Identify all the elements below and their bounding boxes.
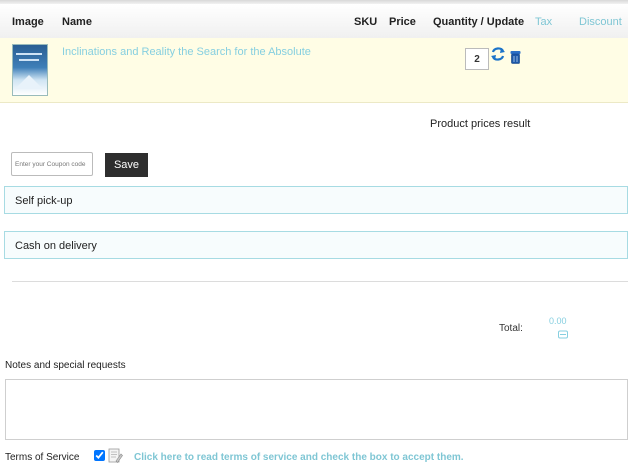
header-tax: Tax <box>535 16 553 28</box>
header-sku: SKU <box>354 16 378 28</box>
terms-of-service-label: Terms of Service <box>5 452 80 463</box>
total-value: 0.00 <box>549 316 567 326</box>
header-discount: Discount <box>579 16 622 28</box>
notes-label: Notes and special requests <box>5 360 126 371</box>
table-row: Inclinations and Reality the Search for … <box>0 38 628 103</box>
currency-icon <box>558 330 568 339</box>
refresh-icon[interactable] <box>490 46 506 62</box>
product-thumbnail[interactable] <box>12 44 48 96</box>
trash-icon[interactable] <box>510 50 521 64</box>
save-coupon-button[interactable]: Save <box>105 153 148 177</box>
coupon-code-input[interactable] <box>11 152 93 176</box>
header-quantity-update: Quantity / Update <box>433 16 525 28</box>
cart-table-header: Image Name SKU Price Quantity / Update T… <box>0 4 628 39</box>
quantity-input[interactable] <box>465 48 489 70</box>
notes-textarea[interactable] <box>5 379 628 440</box>
section-divider <box>12 281 628 282</box>
total-label: Total: <box>499 323 523 334</box>
shipment-option-self-pickup[interactable]: Self pick-up <box>4 186 628 214</box>
header-price: Price <box>389 16 416 28</box>
terms-of-service-link[interactable]: Click here to read terms of service and … <box>134 452 464 463</box>
header-name: Name <box>62 16 92 28</box>
product-name-link[interactable]: Inclinations and Reality the Search for … <box>62 46 311 58</box>
payment-option-cash-on-delivery[interactable]: Cash on delivery <box>4 231 628 259</box>
terms-of-service-checkbox[interactable] <box>94 450 105 461</box>
header-image: Image <box>12 16 44 28</box>
document-icon[interactable] <box>108 448 123 463</box>
product-prices-result: Product prices result <box>430 118 531 130</box>
